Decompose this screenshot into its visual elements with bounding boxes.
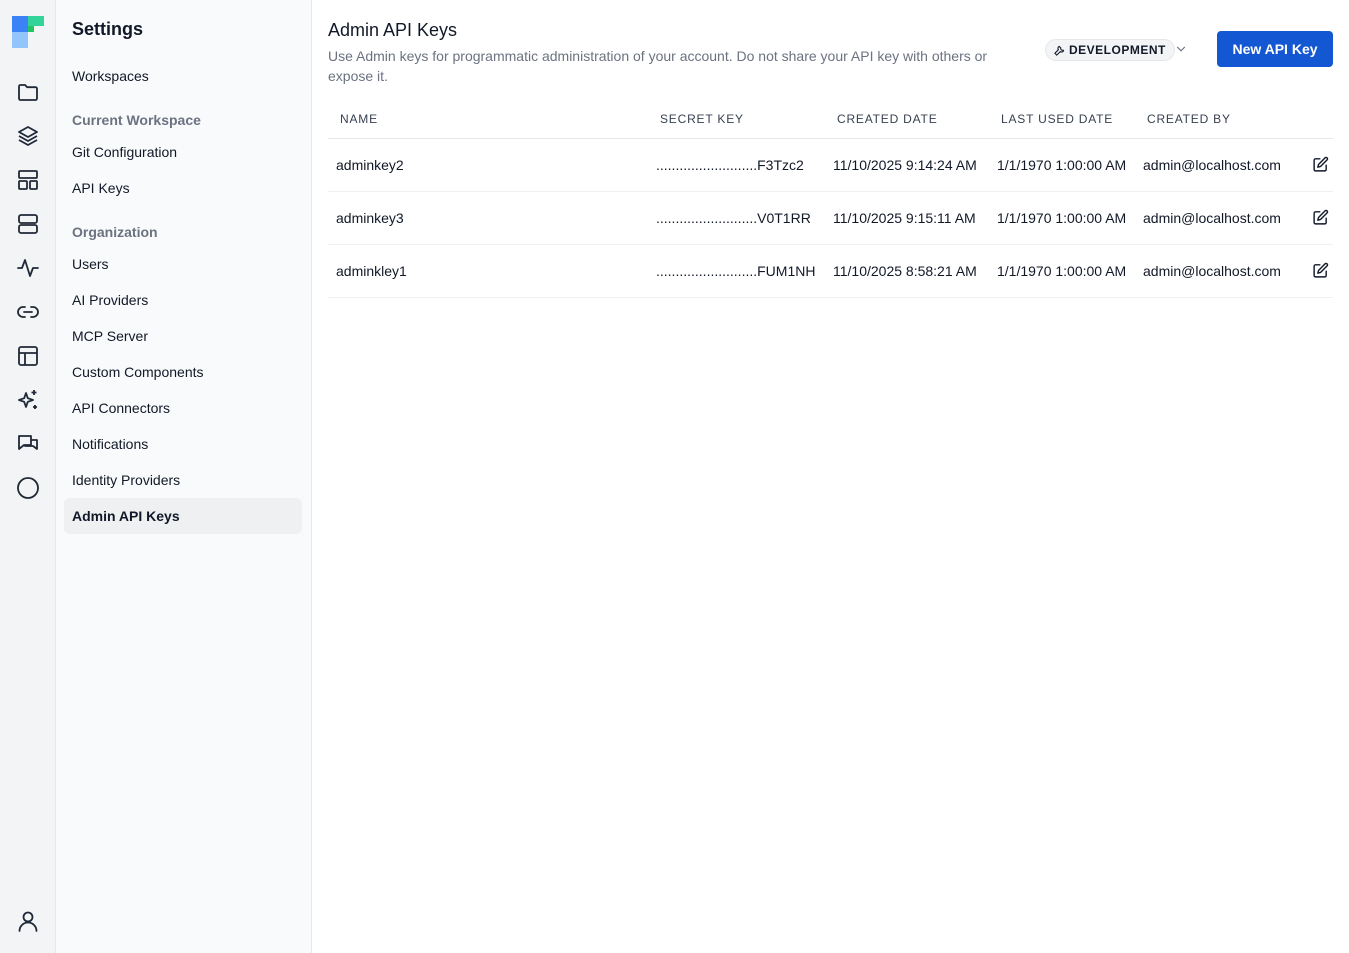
sidebar-item-workspaces[interactable]: Workspaces [64, 58, 302, 94]
created-date: 11/10/2025 9:15:11 AM [825, 191, 989, 245]
page-title: Admin API Keys [328, 20, 458, 40]
sidebar-item-api-connectors[interactable]: API Connectors [64, 390, 302, 426]
created-date: 11/10/2025 8:58:21 AM [825, 244, 989, 298]
last-used-date: 1/1/1970 1:00:00 AM [989, 191, 1135, 245]
sidebar-item-ai-providers[interactable]: AI Providers [64, 282, 302, 318]
column-header-created-date[interactable]: CREATED DATE [825, 100, 989, 139]
server-icon[interactable] [16, 212, 40, 236]
sidebar-item-git-configuration[interactable]: Git Configuration [64, 134, 302, 170]
secret-key: ..........................FUM1NH [648, 244, 825, 298]
chevron-down-icon[interactable] [1174, 42, 1188, 56]
sidebar-item-identity-providers[interactable]: Identity Providers [64, 462, 302, 498]
column-header-created-by[interactable]: CREATED BY [1135, 100, 1293, 139]
sidebar-item-users[interactable]: Users [64, 246, 302, 282]
key-name: adminkley1 [328, 244, 648, 298]
column-header-secret-key[interactable]: SECRET KEY [648, 100, 825, 139]
row-actions [1293, 244, 1333, 298]
table-row[interactable]: adminkey2 ..........................F3Tz… [328, 138, 1333, 192]
layout-icon[interactable] [16, 168, 40, 192]
key-name: adminkey3 [328, 191, 648, 245]
edit-icon[interactable] [1312, 209, 1329, 226]
row-actions [1293, 191, 1333, 245]
layers-icon[interactable] [16, 124, 40, 148]
api-keys-table: NAME SECRET KEY CREATED DATE LAST USED D… [328, 100, 1333, 298]
column-header-actions [1293, 100, 1333, 139]
folder-icon[interactable] [16, 80, 40, 104]
key-name: adminkey2 [328, 138, 648, 192]
sidebar-item-admin-api-keys[interactable]: Admin API Keys [64, 498, 302, 534]
row-actions [1293, 138, 1333, 192]
table-icon[interactable] [16, 344, 40, 368]
last-used-date: 1/1/1970 1:00:00 AM [989, 244, 1135, 298]
sidebar-item-mcp-server[interactable]: MCP Server [64, 318, 302, 354]
edit-icon[interactable] [1312, 156, 1329, 173]
sidebar-item-custom-components[interactable]: Custom Components [64, 354, 302, 390]
created-by: admin@localhost.com [1135, 191, 1293, 245]
environment-label: DEVELOPMENT [1069, 43, 1166, 57]
secret-key: ..........................F3Tzc2 [648, 138, 825, 192]
link-icon[interactable] [16, 300, 40, 324]
page-description: Use Admin keys for programmatic administ… [328, 48, 988, 84]
column-header-last-used-date[interactable]: LAST USED DATE [989, 100, 1135, 139]
table-row[interactable]: adminkley1 ..........................FUM… [328, 244, 1333, 298]
created-by: admin@localhost.com [1135, 244, 1293, 298]
chat-icon[interactable] [16, 432, 40, 456]
current-workspace-heading: Current Workspace [72, 112, 201, 128]
sidebar-item-api-keys[interactable]: API Keys [64, 170, 302, 206]
circle-icon[interactable] [16, 476, 40, 500]
created-date: 11/10/2025 9:14:24 AM [825, 138, 989, 192]
wrench-icon [1054, 45, 1065, 56]
activity-icon[interactable] [16, 256, 40, 280]
app-logo-icon[interactable] [12, 16, 44, 48]
new-api-key-button[interactable]: New API Key [1217, 31, 1333, 67]
sparkles-icon[interactable] [16, 388, 40, 412]
sidebar-item-notifications[interactable]: Notifications [64, 426, 302, 462]
edit-icon[interactable] [1312, 262, 1329, 279]
last-used-date: 1/1/1970 1:00:00 AM [989, 138, 1135, 192]
icon-rail [0, 0, 56, 953]
created-by: admin@localhost.com [1135, 138, 1293, 192]
secret-key: ..........................V0T1RR [648, 191, 825, 245]
table-row[interactable]: adminkey3 ..........................V0T1… [328, 191, 1333, 245]
main-content: Admin API Keys Use Admin keys for progra… [312, 0, 1349, 953]
user-icon[interactable] [16, 909, 40, 933]
settings-sidebar: Settings Workspaces Current Workspace Gi… [56, 0, 312, 953]
column-header-name[interactable]: NAME [328, 100, 648, 139]
environment-selector[interactable]: DEVELOPMENT [1045, 39, 1175, 61]
sidebar-title: Settings [72, 19, 144, 39]
organization-heading: Organization [72, 224, 158, 240]
table-header-row: NAME SECRET KEY CREATED DATE LAST USED D… [328, 100, 1333, 139]
